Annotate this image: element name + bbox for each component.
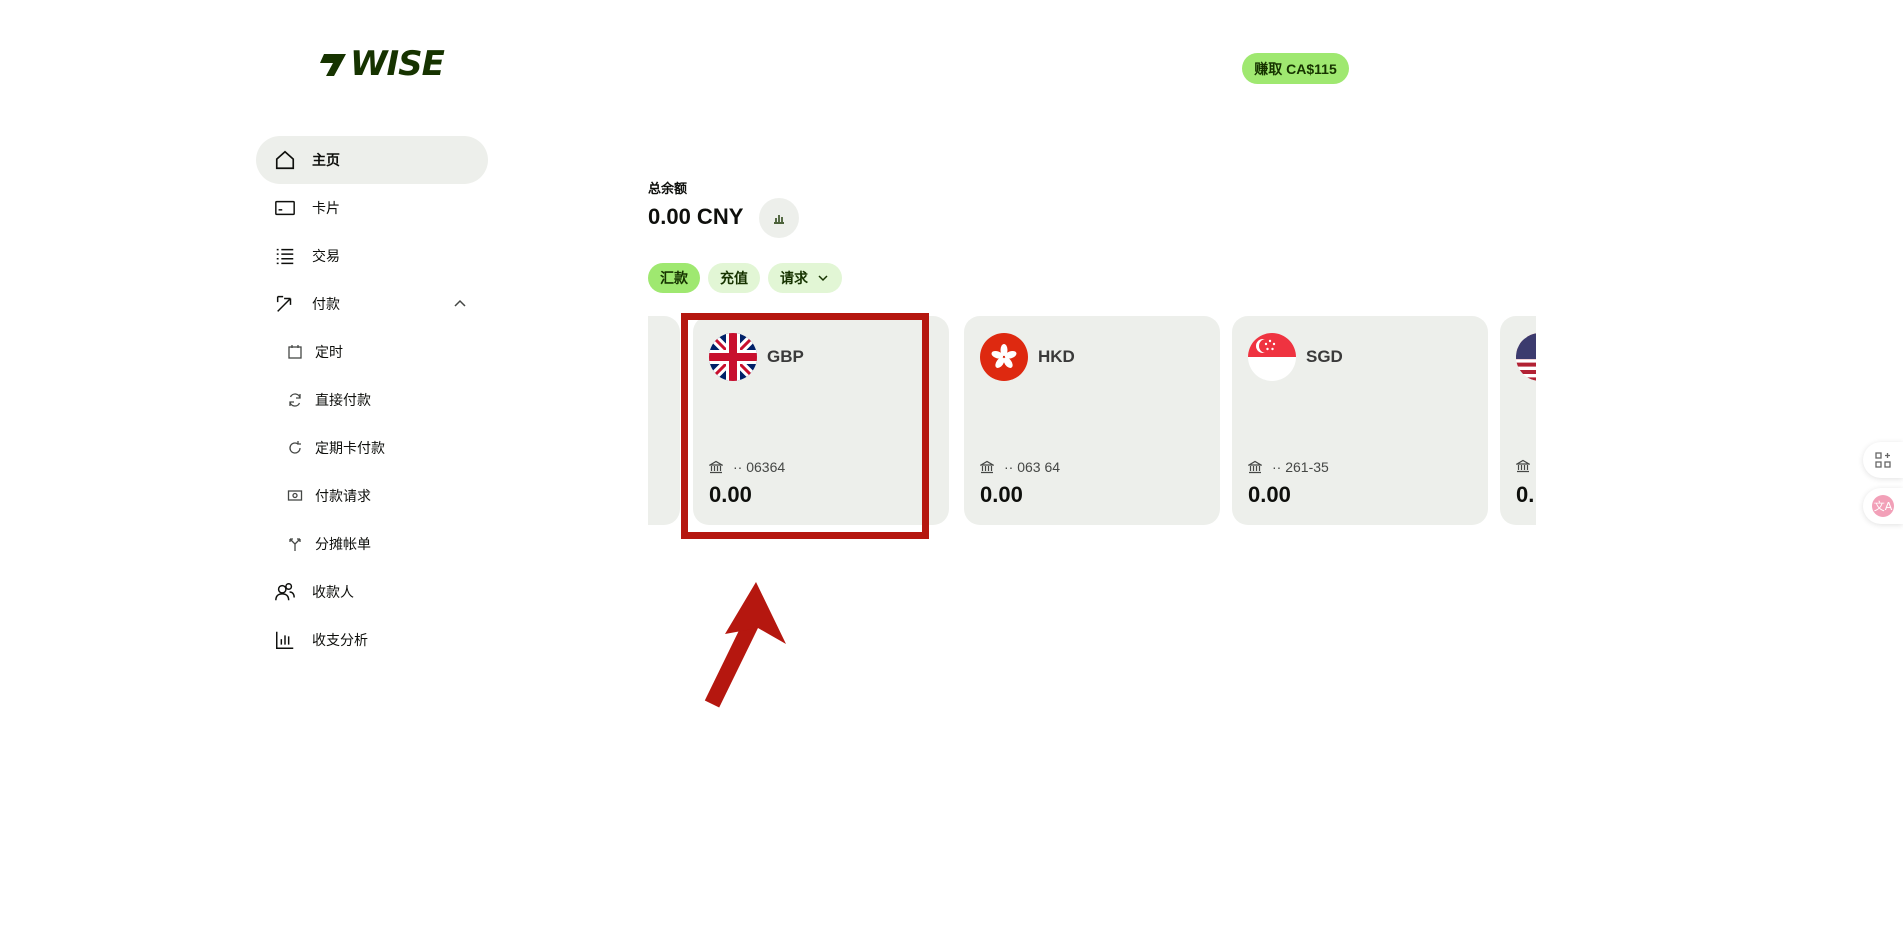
- sidebar-item-insights[interactable]: 收支分析: [256, 616, 488, 664]
- account-number: ·· 261-35: [1248, 459, 1329, 475]
- account-number: [1516, 459, 1536, 473]
- currency-code: SGD: [1306, 347, 1343, 366]
- account-number: ·· 063 64: [980, 459, 1060, 475]
- annotation-highlight-box: [681, 313, 929, 539]
- wise-logo[interactable]: WISE: [318, 44, 445, 84]
- earn-referral-button[interactable]: 赚取 CA$115: [1242, 53, 1349, 84]
- card-icon: [274, 197, 296, 219]
- logo-text: WISE: [350, 44, 445, 84]
- svg-text:文A: 文A: [1874, 499, 1893, 513]
- split-icon: [287, 536, 303, 552]
- bank-icon: [980, 460, 994, 474]
- wise-flag-mark-icon: [320, 54, 346, 76]
- sg-flag-icon: [1248, 333, 1296, 381]
- sidebar-item-label: 交易: [312, 248, 340, 264]
- sidebar-item-transactions[interactable]: 交易: [256, 232, 488, 280]
- transfer-icon: [274, 293, 296, 315]
- calendar-icon: [287, 344, 303, 360]
- rotate-icon: [287, 440, 303, 456]
- sidebar-item-label: 定时: [315, 344, 343, 360]
- home-icon: [274, 149, 296, 171]
- translate-icon: 文A: [1872, 495, 1894, 517]
- bank-icon: [1248, 460, 1262, 474]
- add-money-button[interactable]: 充值: [708, 263, 760, 293]
- currency-card-usd[interactable]: 0.: [1500, 316, 1536, 525]
- total-balance-amount: 0.00 CNY: [648, 204, 744, 229]
- currency-card-hkd[interactable]: HKD ·· 063 64 0.00: [964, 316, 1220, 525]
- currency-balance: 0.00: [1248, 482, 1291, 507]
- hk-flag-icon: [980, 333, 1028, 381]
- currency-card-sgd[interactable]: SGD ·· 261-35 0.00: [1232, 316, 1488, 525]
- sidebar-item-label: 收款人: [312, 584, 354, 600]
- people-icon: [274, 581, 296, 603]
- currency-balance: 0.00: [980, 482, 1023, 507]
- bar-chart-icon: [274, 629, 296, 651]
- sidebar-item-recipients[interactable]: 收款人: [256, 568, 488, 616]
- sidebar-item-label: 定期卡付款: [315, 440, 385, 456]
- request-dropdown-button[interactable]: 请求: [768, 263, 842, 293]
- bank-icon: [1516, 459, 1530, 473]
- sidebar-item-direct-debits[interactable]: 直接付款: [256, 376, 488, 424]
- sidebar-item-scheduled[interactable]: 定时: [256, 328, 488, 376]
- bar-chart-icon: [774, 215, 784, 224]
- sidebar-item-label: 付款请求: [315, 488, 371, 504]
- sidebar-item-label: 分摊帐单: [315, 536, 371, 552]
- sidebar-item-label: 卡片: [312, 200, 340, 216]
- us-flag-icon: [1516, 333, 1536, 381]
- sidebar-item-recurring-card-payments[interactable]: 定期卡付款: [256, 424, 488, 472]
- sidebar-item-label: 收支分析: [312, 632, 368, 648]
- total-balance-label: 总余额: [648, 181, 688, 196]
- apps-plus-icon: [1875, 452, 1891, 468]
- currency-code: HKD: [1038, 347, 1075, 366]
- sidebar-item-cards[interactable]: 卡片: [256, 184, 488, 232]
- sidebar-item-label: 付款: [312, 296, 340, 312]
- sidebar-item-label: 直接付款: [315, 392, 371, 408]
- translate-widget-button[interactable]: 文A: [1863, 488, 1903, 524]
- chevron-down-icon: [818, 275, 828, 282]
- chevron-up-icon[interactable]: [452, 296, 468, 312]
- sidebar-item-payments[interactable]: 付款: [256, 280, 488, 328]
- list-icon: [274, 245, 296, 267]
- refresh-icon: [287, 392, 303, 408]
- sidebar-item-split-bill[interactable]: 分摊帐单: [256, 520, 488, 568]
- sidebar-item-label: 主页: [312, 152, 340, 168]
- sidebar-item-home[interactable]: 主页: [256, 136, 488, 184]
- sidebar-nav: 主页 卡片 交易 付款 定时 直接付款 定期卡付款 付款请求 分摊帐单 收款人 …: [256, 136, 488, 664]
- apps-widget-button[interactable]: [1863, 442, 1903, 478]
- send-button[interactable]: 汇款: [648, 263, 700, 293]
- sidebar-item-payment-requests[interactable]: 付款请求: [256, 472, 488, 520]
- insights-button[interactable]: [759, 198, 799, 238]
- balance-actions: 汇款 充值 请求: [648, 263, 842, 293]
- request-icon: [287, 488, 303, 504]
- request-label: 请求: [780, 270, 808, 286]
- currency-card-partial-left[interactable]: [648, 316, 680, 525]
- annotation-arrow-icon: [704, 582, 786, 708]
- currency-balance: 0.: [1516, 482, 1535, 507]
